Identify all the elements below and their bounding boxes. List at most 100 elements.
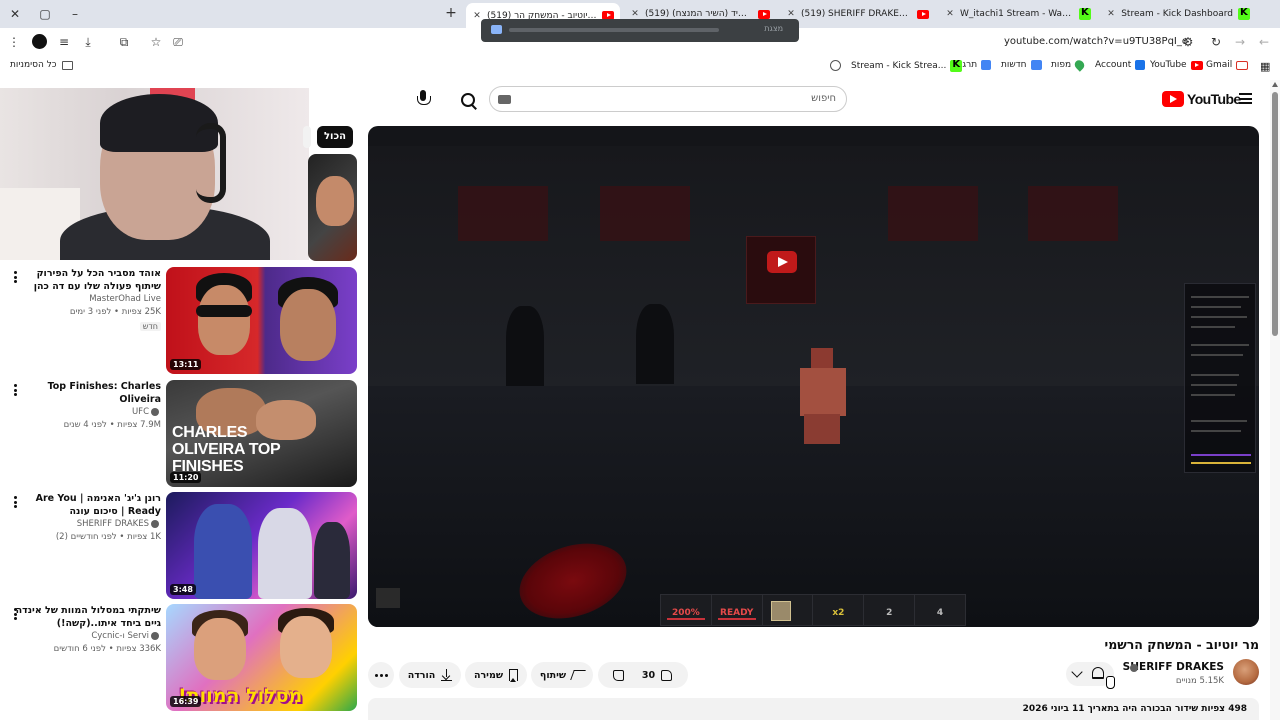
scrollbar-thumb[interactable] [1272,92,1278,336]
save-button[interactable]: שמירה [465,662,527,688]
apps-grid-icon[interactable]: ▦ [1260,60,1270,73]
hud-wave: 2 [864,595,916,625]
list-item[interactable]: 13:11 אוהד מסביר הכל על הפירוק שיתוף פעו… [0,267,360,375]
page-scrollbar[interactable] [1270,80,1280,720]
more-actions-button[interactable] [368,662,394,688]
search-input[interactable]: חיפוש [489,86,847,112]
tab-channel[interactable]: (519) SHERIFF DRAKES - YouTube ✕ [780,3,935,25]
list-item[interactable]: CHARLES OLIVEIRA TOP FINISHES 11:20 Top … [0,380,360,488]
panel-line [1191,326,1235,328]
download-icon[interactable]: ⤓ [80,34,96,50]
game-banner [1028,186,1118,241]
download-button[interactable]: הורדה [399,662,461,688]
bookmark-gmail[interactable]: Gmail [1206,60,1249,70]
panel-line [1191,394,1235,396]
close-tab-icon[interactable]: ✕ [786,9,796,19]
youtube-logo[interactable]: YouTube [1162,91,1241,107]
thumbnail-face [194,618,246,680]
channel-row[interactable]: UFC [11,406,161,419]
video-thumbnail[interactable]: 3:48 [166,492,357,599]
more-options-icon[interactable] [14,608,18,620]
subscriber-count: 5.15K מנויים [1175,676,1224,686]
share-button[interactable]: שיתוף [531,662,593,688]
bookmark-maps[interactable]: מפות [1051,58,1087,72]
more-options-icon[interactable] [14,496,18,508]
channel-row[interactable]: Servi ו-Cycnic [11,630,161,643]
gmail-icon [1236,60,1249,70]
thumbnail-character [258,508,312,599]
video-title[interactable]: אוהד מסביר הכל על הפירוק שיתוף פעולה שלו… [11,267,161,293]
restore-window-icon[interactable]: ▢ [36,5,54,23]
video-thumbnail[interactable]: CHARLES OLIVEIRA TOP FINISHES 11:20 [166,380,357,487]
bookmark-icon [509,669,519,682]
youtube-favicon-icon [917,9,929,19]
thumbnail-face [280,616,332,678]
forward-icon[interactable]: → [1232,34,1248,50]
reading-list-icon[interactable]: ≡ [56,34,72,50]
video-thumbnail[interactable]: מסלול המוות! 16:39 [166,604,357,711]
thumbnail-character [194,504,252,599]
all-bookmarks-label: כל הסימניות [10,60,57,70]
bookmark-news[interactable]: חדשות [1001,60,1042,70]
reload-icon[interactable]: ↻ [1208,34,1224,50]
video-duration: 11:20 [170,472,202,483]
video-title[interactable]: רונן ג'יג' האנימה | Are You Ready | סיכו… [11,492,161,518]
more-options-icon[interactable] [14,271,18,283]
new-tab-button[interactable]: + [442,5,460,23]
search-icon[interactable] [456,88,480,112]
verified-icon [151,519,159,528]
description-box[interactable]: 498 צפיות שידור הבכורה היה בתאריך 11 ביו… [368,698,1259,720]
bookmark-star-icon[interactable]: ☆ [148,34,164,50]
video-title[interactable]: שיתקתי במסלול המוות של אינדה גיים ביחד א… [11,604,161,630]
cast-icon[interactable]: ⎚ [170,34,186,50]
more-options-icon[interactable] [14,384,18,396]
channel-avatar[interactable] [1233,659,1259,685]
chip-all[interactable]: הכול [317,126,354,148]
close-tab-icon[interactable]: ✕ [472,11,482,21]
all-bookmarks[interactable]: כל הסימניות [10,60,73,70]
video-thumbnail[interactable] [308,154,357,261]
site-settings-icon[interactable]: ⚙ [1180,34,1196,50]
video-duration: 16:39 [170,696,202,707]
hud-item-icon [763,595,814,625]
video-stats: 7.9M צפיות • לפני 4 שנים [63,420,161,430]
close-window-icon[interactable]: ✕ [6,5,24,23]
character-body [800,368,846,416]
dislike-button[interactable] [598,662,638,688]
scroll-up-icon[interactable] [1272,82,1278,87]
keyboard-icon[interactable] [498,95,511,104]
bookmark-account[interactable]: Account [1095,60,1146,70]
close-tab-icon[interactable]: ✕ [945,9,955,19]
url-field[interactable]: youtube.com/watch?v=u9TU38PqI_o [1004,36,1188,47]
microphone-icon[interactable] [416,90,431,108]
tab-title: W_itachi1 Stream - Watch Live [960,9,1074,19]
video-player[interactable]: 200% READY x2 2 4 [368,126,1259,627]
bookmark-youtube[interactable]: YouTube [1150,60,1203,70]
tab-kick-watch[interactable]: W_itachi1 Stream - Watch Live ✕ [939,3,1097,25]
channel-name[interactable]: MasterOhad Live [11,293,161,306]
video-thumbnail[interactable]: 13:11 [166,267,357,374]
video-title[interactable]: Top Finishes: Charles Oliveira [11,380,161,406]
back-icon[interactable]: ← [1256,34,1272,50]
bookmark-label: YouTube [1150,60,1187,70]
extension-icon[interactable] [32,34,47,49]
notification-bell-icon[interactable] [1092,667,1104,679]
minimize-window-icon[interactable]: – [66,5,84,23]
list-item[interactable]: מסלול המוות! 16:39 שיתקתי במסלול המוות ש… [0,604,360,712]
channel-row[interactable]: SHERIFF DRAKES [11,518,161,531]
list-item[interactable] [0,154,360,261]
bookmark-globe[interactable] [830,60,841,71]
menu-dots-icon[interactable]: ⋮ [6,34,22,50]
filter-chips: הכול [303,126,354,148]
panel-line [1191,374,1239,376]
bookmark-label: חדשות [1001,60,1027,70]
close-tab-icon[interactable]: ✕ [630,9,640,19]
close-tab-icon[interactable]: ✕ [1106,9,1116,19]
video-stats: 25K צפיות • לפני 3 ימים [69,307,161,317]
panel-line [1191,354,1243,356]
chip-partial[interactable] [303,126,311,148]
extensions-puzzle-icon[interactable]: ⧉ [116,34,132,50]
tab-kick-dashboard[interactable]: Stream - Kick Dashboard ✕ [1100,3,1256,25]
list-item[interactable]: 3:48 רונן ג'יג' האנימה | Are You Ready |… [0,492,360,600]
bookmark-kick[interactable]: Stream - Kick Strea... [851,59,963,72]
